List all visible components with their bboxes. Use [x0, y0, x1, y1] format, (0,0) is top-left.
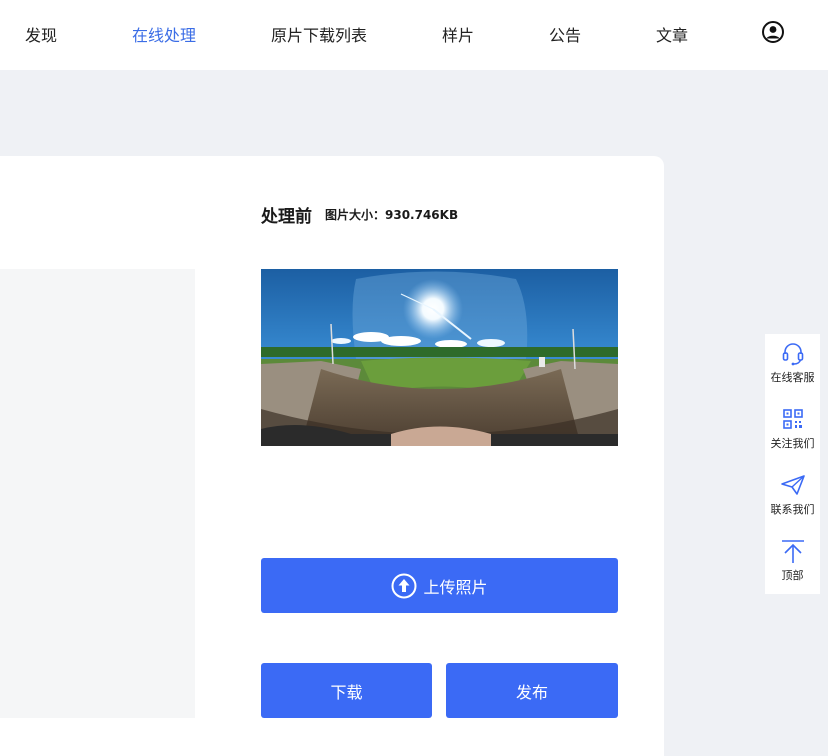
nav-item-discover[interactable]: 发现	[25, 22, 57, 46]
nav-item-online-processing[interactable]: 在线处理	[132, 22, 196, 46]
before-processing-title: 处理前	[261, 207, 312, 227]
user-circle-icon[interactable]	[762, 21, 784, 43]
upload-photo-button[interactable]: 上传照片	[261, 558, 618, 613]
nav-item-articles[interactable]: 文章	[656, 22, 688, 46]
arrow-up-icon	[781, 540, 804, 563]
paper-plane-icon	[780, 475, 805, 495]
side-item-label: 顶部	[781, 569, 804, 582]
nav-item-announcements[interactable]: 公告	[549, 22, 581, 46]
processed-preview-area	[0, 269, 195, 718]
nav-item-original-downloads[interactable]: 原片下载列表	[271, 22, 367, 46]
side-item-online-support[interactable]: 在线客服	[765, 340, 820, 385]
file-size-label: 图片大小：930.746KB	[325, 208, 459, 222]
side-item-label: 关注我们	[770, 437, 815, 450]
side-item-label: 在线客服	[770, 371, 815, 384]
side-item-follow-us[interactable]: 关注我们	[765, 406, 820, 451]
side-item-back-to-top[interactable]: 顶部	[765, 538, 820, 583]
original-panorama-image	[261, 269, 618, 446]
side-float-panel: 在线客服 关注我们 联系我们 顶部	[765, 334, 820, 594]
qr-code-icon	[782, 409, 803, 429]
upload-photo-label: 上传照片	[423, 577, 488, 597]
headset-icon	[782, 343, 803, 366]
top-nav: 发现 在线处理 原片下载列表 样片 公告 文章	[0, 0, 828, 70]
download-button[interactable]: 下载	[261, 663, 432, 718]
side-item-label: 联系我们	[770, 503, 815, 516]
nav-item-samples[interactable]: 样片	[442, 22, 474, 46]
side-item-contact-us[interactable]: 联系我们	[765, 472, 820, 517]
upload-arrow-icon	[391, 573, 417, 598]
publish-button[interactable]: 发布	[446, 663, 618, 718]
